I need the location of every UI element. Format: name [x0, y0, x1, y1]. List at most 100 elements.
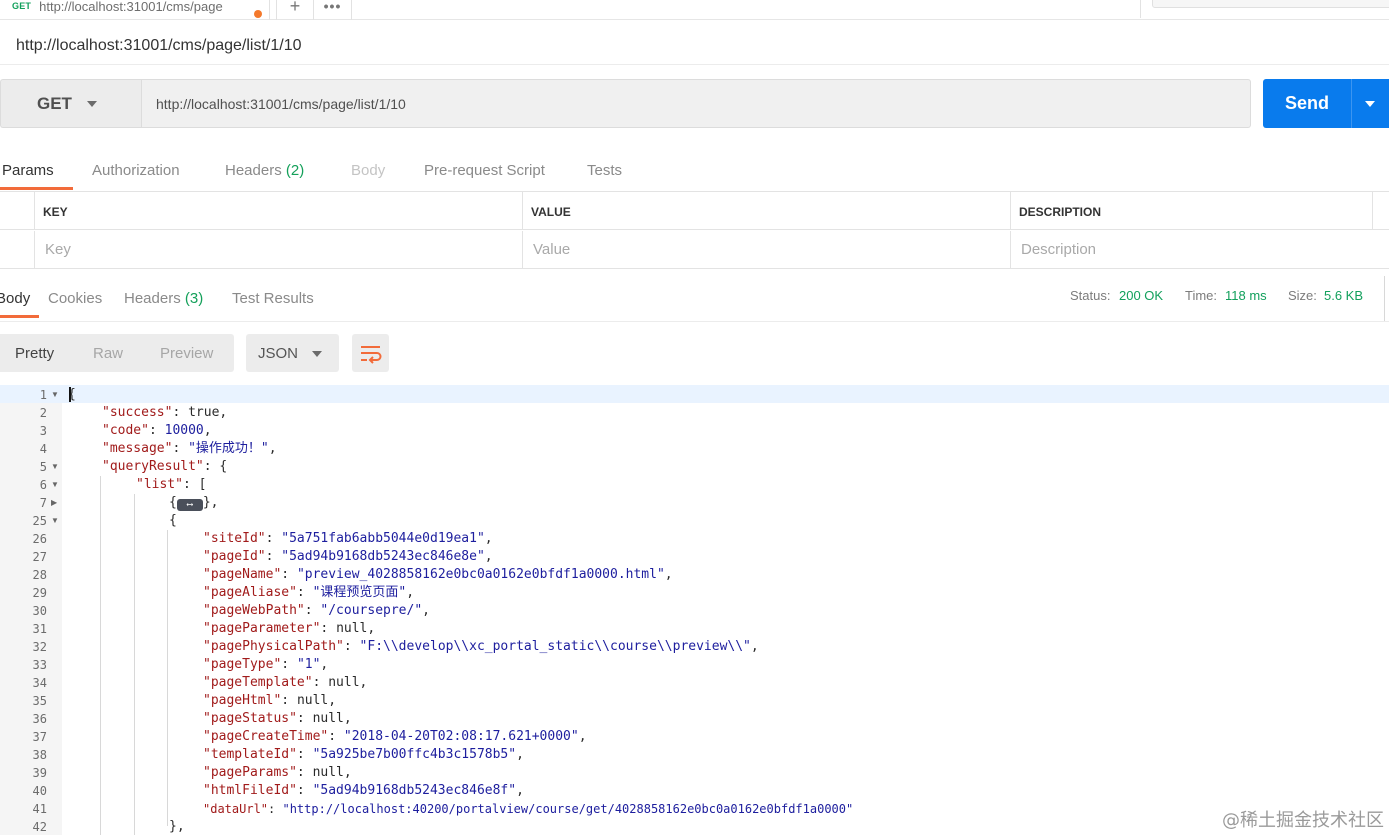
response-tab-headers[interactable]: Headers (3)	[124, 290, 203, 307]
code-line: "pageStatus": null,	[203, 711, 352, 726]
ellipsis-icon: •••	[323, 0, 342, 14]
code-line: "pageWebPath": "/coursepre/",	[203, 603, 430, 618]
new-tab-button[interactable]: +	[276, 0, 314, 20]
unsaved-dot-icon	[254, 10, 262, 18]
active-line-highlight	[0, 385, 1389, 403]
code-line: "pageParameter": null,	[203, 621, 376, 636]
time-label: Time:	[1185, 288, 1218, 303]
response-tab-headers-label: Headers	[124, 290, 181, 307]
code-line: "code": 10000,	[102, 423, 212, 438]
line-number: 28	[32, 568, 47, 582]
fold-toggle-icon[interactable]: ▼	[51, 476, 59, 494]
line-number: 5	[39, 460, 47, 474]
code-line: "queryResult": {	[102, 459, 228, 474]
panel-scrollbar[interactable]	[1384, 276, 1389, 321]
code-line: "message": "操作成功！",	[102, 441, 277, 456]
code-line: },	[169, 819, 185, 834]
language-select[interactable]: JSON	[246, 334, 339, 372]
method-select[interactable]: GET	[0, 79, 141, 128]
response-tab-body[interactable]: Body	[0, 290, 30, 307]
code-line: "pageCreateTime": "2018-04-20T02:08:17.6…	[203, 729, 587, 744]
param-key-input[interactable]: Key	[35, 231, 523, 269]
line-number: 42	[32, 820, 47, 834]
tab-divider	[1140, 0, 1141, 18]
code-line: "siteId": "5a751fab6abb5044e0d19ea1",	[203, 531, 493, 546]
tab-body[interactable]: Body	[351, 162, 385, 179]
code-line: "pageType": "1",	[203, 657, 329, 672]
code-line: "pageTemplate": null,	[203, 675, 368, 690]
url-input[interactable]: http://localhost:31001/cms/page/list/1/1…	[141, 79, 1251, 128]
code-line: "success": true,	[102, 405, 228, 420]
code-line: "pagePhysicalPath": "F:\\develop\\xc_por…	[203, 639, 759, 654]
params-description-header: DESCRIPTION	[1011, 192, 1373, 230]
plus-icon: +	[289, 0, 301, 16]
line-number: 39	[32, 766, 47, 780]
line-number: 40	[32, 784, 47, 798]
tab-prerequest-script[interactable]: Pre-request Script	[424, 162, 545, 179]
indent-guide	[167, 530, 168, 826]
raw-button[interactable]: Raw	[93, 345, 123, 362]
line-number: 25	[32, 514, 47, 528]
fold-toggle-icon[interactable]: ▼	[51, 386, 59, 404]
status-value[interactable]: 200 OK	[1119, 288, 1163, 303]
line-number: 3	[39, 424, 47, 438]
params-value-header: VALUE	[523, 192, 1011, 230]
divider	[0, 64, 1389, 65]
preview-button[interactable]: Preview	[160, 345, 213, 362]
chevron-down-icon	[1365, 101, 1375, 107]
param-description-input[interactable]: Description	[1011, 231, 1389, 269]
params-more-header[interactable]	[1373, 192, 1389, 230]
tab-params[interactable]: Params	[2, 162, 54, 179]
response-tab-cookies[interactable]: Cookies	[48, 290, 102, 307]
line-number: 4	[39, 442, 47, 456]
fold-toggle-icon[interactable]: ▼	[51, 512, 59, 530]
url-text: http://localhost:31001/cms/page/list/1/1…	[156, 96, 406, 112]
request-tab[interactable]: GET http://localhost:31001/cms/page	[0, 0, 270, 20]
line-number: 34	[32, 676, 47, 690]
more-tabs-button[interactable]: •••	[314, 0, 352, 20]
request-name: http://localhost:31001/cms/page/list/1/1…	[16, 37, 302, 54]
code-line: "pageParams": null,	[203, 765, 352, 780]
code-line: "pageAliase": "课程预览页面",	[203, 585, 415, 600]
collapsed-object-icon[interactable]: ⟷	[176, 499, 203, 511]
response-tab-test-results[interactable]: Test Results	[232, 290, 314, 307]
size-label: Size:	[1288, 288, 1317, 303]
code-line: {	[169, 513, 177, 528]
params-check-header	[0, 192, 35, 230]
line-number: 26	[32, 532, 47, 546]
tab-authorization[interactable]: Authorization	[92, 162, 180, 179]
fold-toggle-icon[interactable]: ▼	[51, 458, 59, 476]
code-line: "list": [	[136, 477, 207, 492]
params-check-cell[interactable]	[0, 231, 35, 269]
environment-selector[interactable]	[1152, 0, 1389, 8]
pretty-button[interactable]: Pretty	[15, 345, 54, 362]
format-mode-group: Pretty Raw Preview	[0, 334, 234, 372]
active-response-tab-indicator	[0, 315, 39, 318]
tab-headers-count: (2)	[285, 162, 305, 179]
watermark: @稀土掘金技术社区	[1222, 810, 1384, 831]
send-button[interactable]: Send	[1263, 79, 1351, 128]
send-options-button[interactable]	[1351, 79, 1389, 128]
language-select-value: JSON	[258, 345, 299, 362]
code-line: "pageHtml": null,	[203, 693, 337, 708]
line-number: 35	[32, 694, 47, 708]
params-key-header: KEY	[35, 192, 523, 230]
tab-headers[interactable]: Headers (2)	[225, 162, 304, 179]
code-line: {⟷},	[169, 495, 219, 511]
line-number: 37	[32, 730, 47, 744]
line-number: 31	[32, 622, 47, 636]
code-line: "dataUrl": "http://localhost:40200/porta…	[203, 802, 854, 816]
param-value-input[interactable]: Value	[523, 231, 1011, 269]
size-value[interactable]: 5.6 KB	[1324, 288, 1363, 303]
line-number: 38	[32, 748, 47, 762]
divider	[0, 321, 1389, 322]
line-number: 32	[32, 640, 47, 654]
wrap-lines-button[interactable]	[352, 334, 389, 372]
wrap-lines-icon	[361, 346, 382, 364]
line-number: 27	[32, 550, 47, 564]
chevron-down-icon	[312, 351, 322, 357]
method-label: GET	[37, 93, 72, 113]
tab-tests[interactable]: Tests	[587, 162, 622, 179]
time-value[interactable]: 118 ms	[1225, 288, 1267, 303]
expand-toggle-icon[interactable]: ▶	[51, 494, 57, 512]
